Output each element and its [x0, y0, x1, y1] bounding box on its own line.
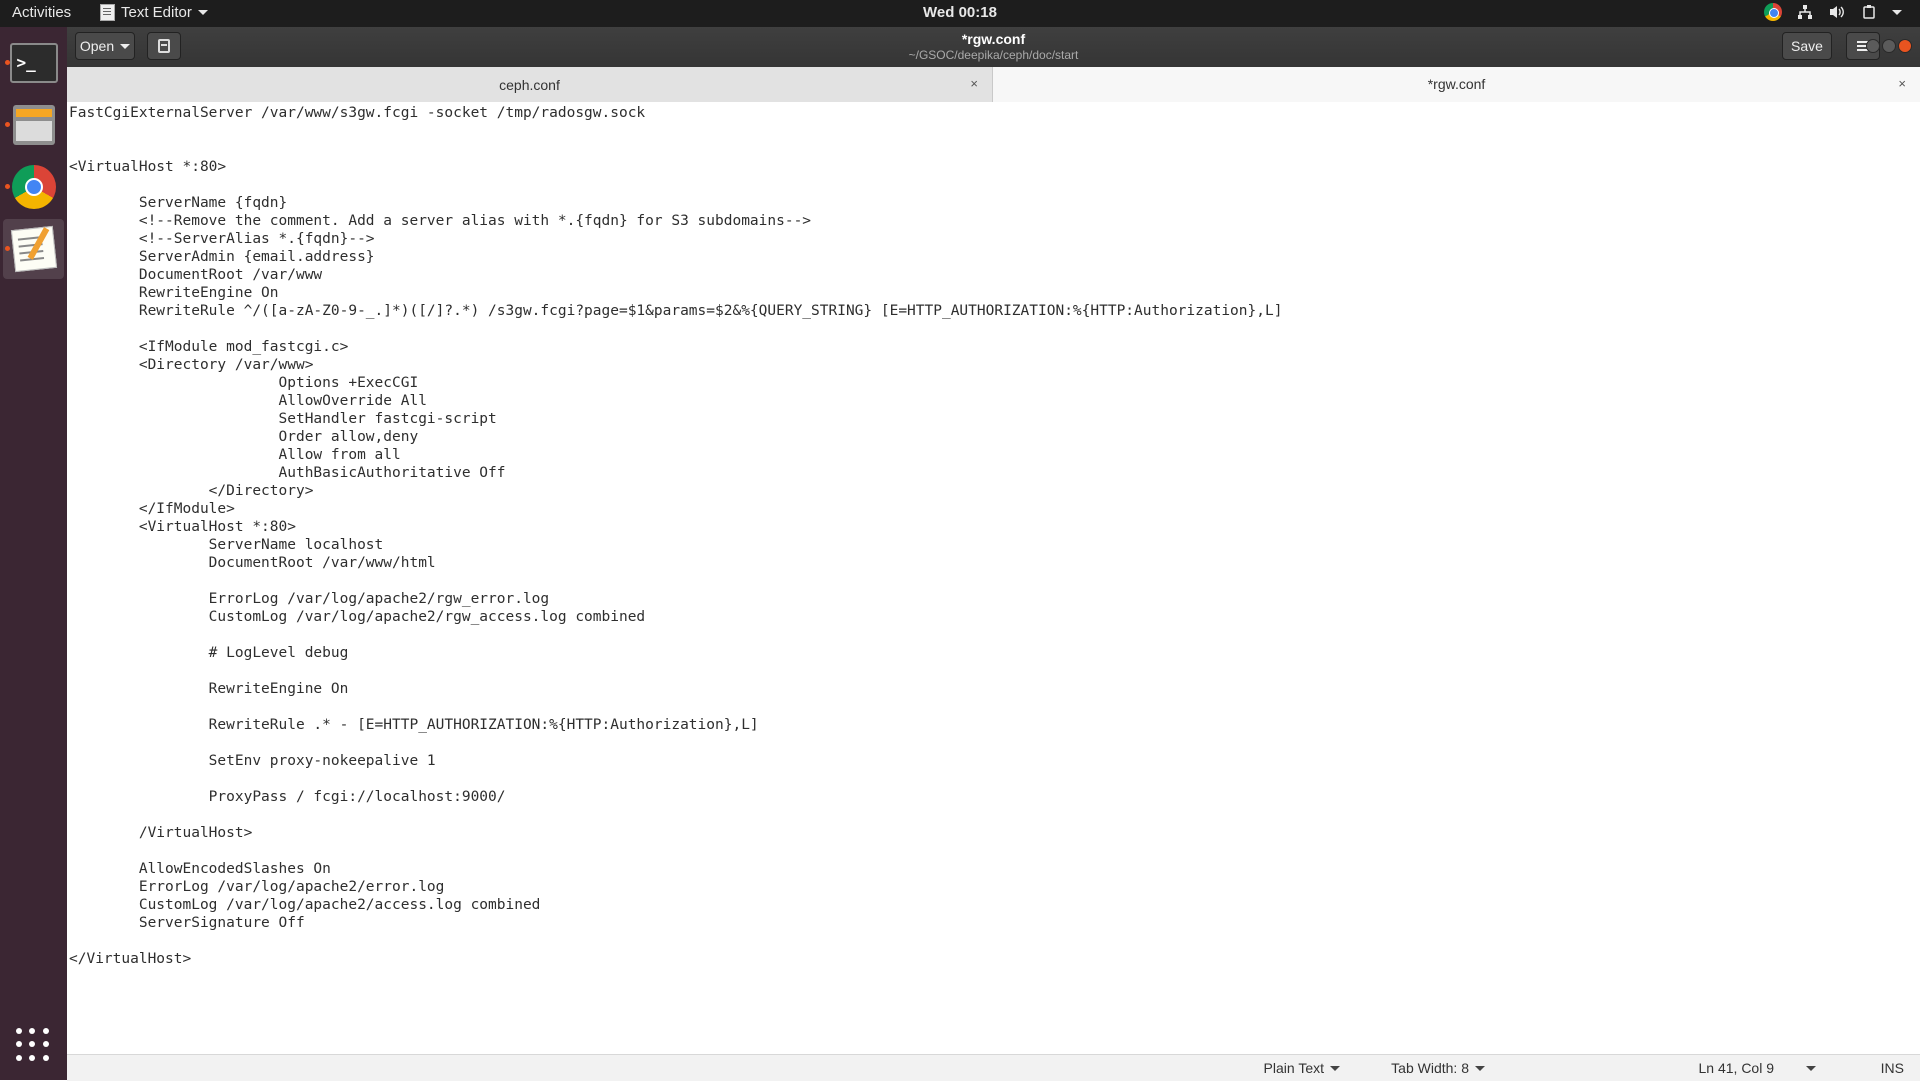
power-icon[interactable]	[1860, 3, 1878, 21]
terminal-icon: >_	[9, 43, 58, 83]
maximize-button[interactable]	[1882, 39, 1896, 53]
close-tab-icon[interactable]: ×	[970, 76, 978, 91]
document-text[interactable]: FastCgiExternalServer /var/www/s3gw.fcgi…	[67, 104, 1282, 968]
dock-terminal[interactable]: >_	[3, 33, 64, 93]
files-icon	[12, 105, 55, 145]
status-bar: Plain Text Tab Width: 8 Ln 41, Col 9 INS	[67, 1054, 1920, 1081]
chrome-icon	[11, 165, 56, 209]
tab-label: *rgw.conf	[1427, 75, 1486, 92]
volume-icon[interactable]	[1828, 3, 1846, 21]
text-editor-icon	[10, 225, 57, 273]
cursor-position-selector[interactable]: Ln 41, Col 9	[1698, 1060, 1816, 1076]
window-title: *rgw.conf	[961, 31, 1026, 47]
running-indicator	[5, 122, 10, 127]
dock-text-editor[interactable]	[3, 219, 64, 279]
chrome-tray-icon[interactable]	[1764, 3, 1782, 21]
cursor-position-label: Ln 41, Col 9	[1698, 1060, 1775, 1076]
show-applications-icon[interactable]	[16, 1028, 50, 1062]
window-path: ~/GSOC/deepika/ceph/doc/start	[908, 48, 1079, 62]
tab-rgw-conf[interactable]: *rgw.conf ×	[993, 67, 1920, 102]
tab-label: ceph.conf	[499, 76, 560, 93]
close-tab-icon[interactable]: ×	[1898, 76, 1906, 91]
chevron-down-icon	[1806, 1065, 1816, 1071]
text-editor-area[interactable]: FastCgiExternalServer /var/www/s3gw.fcgi…	[67, 102, 1920, 1054]
tab-ceph-conf[interactable]: ceph.conf ×	[67, 67, 993, 102]
network-icon[interactable]	[1796, 3, 1814, 21]
close-window-button[interactable]	[1898, 39, 1912, 53]
insert-mode-indicator[interactable]: INS	[1881, 1060, 1904, 1076]
chevron-down-icon	[1330, 1065, 1340, 1071]
language-selector[interactable]: Plain Text	[1264, 1060, 1340, 1076]
language-label: Plain Text	[1263, 1060, 1324, 1076]
header-bar: Open *rgw.conf ~/GSOC/deepika/ceph/doc/s…	[67, 27, 1920, 68]
system-menu-chevron-icon[interactable]	[1892, 9, 1902, 15]
running-indicator	[5, 60, 10, 65]
minimize-button[interactable]	[1866, 39, 1880, 53]
tab-bar: ceph.conf × *rgw.conf ×	[67, 67, 1920, 103]
tab-width-label: Tab Width: 8	[1391, 1060, 1469, 1076]
system-tray[interactable]	[1764, 3, 1902, 21]
running-indicator	[5, 246, 10, 251]
top-bar: Activities Text Editor Wed 00:18	[0, 0, 1920, 27]
save-button[interactable]: Save	[1782, 32, 1832, 60]
chevron-down-icon	[1475, 1065, 1485, 1071]
tab-width-selector[interactable]: Tab Width: 8	[1391, 1060, 1485, 1076]
dock-files[interactable]	[3, 95, 64, 155]
dock: >_	[0, 27, 67, 1080]
clock[interactable]: Wed 00:18	[0, 4, 1920, 21]
running-indicator	[5, 184, 10, 189]
dock-chrome[interactable]	[3, 157, 64, 217]
